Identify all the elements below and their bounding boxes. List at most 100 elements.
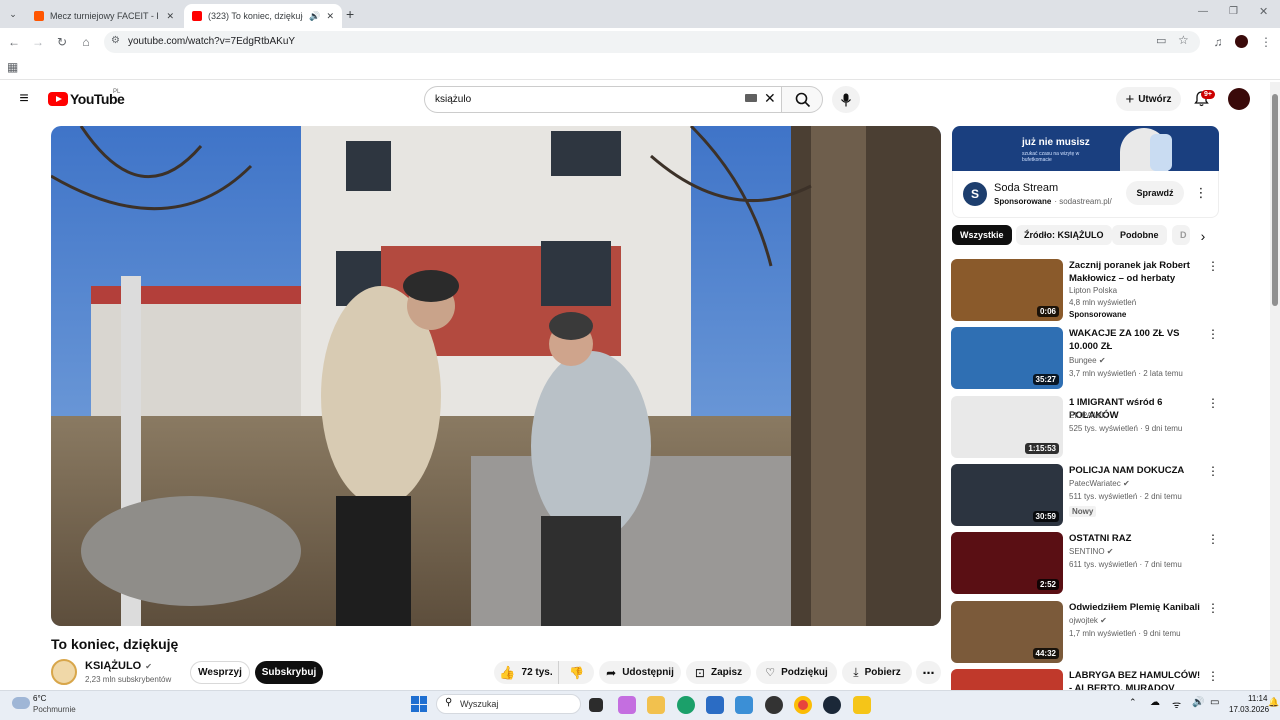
forward-icon[interactable]: → [30, 34, 46, 50]
weather-cloud-icon[interactable] [12, 697, 30, 709]
channel-name-text[interactable]: ojwojtek [1069, 616, 1098, 625]
video-thumbnail[interactable]: 0:06 [951, 259, 1063, 321]
recommendation-channel[interactable]: PatecWariatec ✔ [1069, 479, 1130, 488]
recommendation-item[interactable]: 1:15:53 1 IMIGRANT wśród 6 POLAKÓW EKIPA… [951, 396, 1231, 458]
search-query[interactable]: książulo [435, 94, 471, 105]
cast-icon[interactable]: ▭ [1156, 34, 1166, 47]
keyboard-icon[interactable] [745, 94, 757, 102]
hamburger-menu-icon[interactable]: ≡ [15, 90, 33, 108]
support-button[interactable]: Wesprzyj [190, 661, 250, 684]
channel-name-text[interactable]: KSIĄŻULO [85, 660, 141, 672]
video-player[interactable] [51, 126, 941, 626]
system-tray-chevron-icon[interactable]: ⌃ [1129, 697, 1137, 708]
search-button[interactable] [781, 86, 823, 113]
app-icon[interactable] [853, 696, 871, 714]
video-thumbnail[interactable]: 44:32 [951, 601, 1063, 663]
site-info-icon[interactable]: ⚙ [111, 35, 120, 46]
more-actions-button[interactable]: ⋯ [916, 661, 941, 684]
copilot-icon[interactable] [618, 696, 636, 714]
taskbar-search-placeholder[interactable]: Wyszukaj [460, 699, 498, 709]
network-app-icon[interactable] [735, 696, 753, 714]
address-bar[interactable]: ⚙ youtube.com/watch?v=7EdgRtbAKuY ▭ ☆ [104, 31, 1200, 53]
close-icon[interactable]: ✕ [166, 11, 174, 22]
more-vertical-icon[interactable]: ⋮ [1207, 532, 1219, 546]
recommendation-item[interactable]: 0:06 Zacznij poranek jak Robert Makłowic… [951, 259, 1231, 321]
share-button[interactable]: ➦ Udostępnij [599, 661, 681, 684]
media-control-icon[interactable]: ♫ [1210, 34, 1226, 50]
more-vertical-icon[interactable]: ⋮ [1207, 259, 1219, 273]
close-icon[interactable]: ✕ [326, 11, 334, 22]
video-thumbnail[interactable]: 30:59 [951, 464, 1063, 526]
sodastream-logo-icon[interactable]: S [963, 182, 987, 206]
recommendation-item[interactable]: LABRYGA BEZ HAMULCÓW! - ALBERTO, MURADOV… [951, 669, 1231, 690]
page-scrollbar[interactable] [1270, 82, 1280, 690]
minimize-icon[interactable]: — [1198, 6, 1208, 17]
ad-advertiser-name[interactable]: Soda Stream [994, 182, 1058, 194]
bookmark-star-icon[interactable]: ☆ [1178, 33, 1189, 47]
recommendation-channel[interactable]: SENTINO ✔ [1069, 547, 1114, 556]
back-icon[interactable]: ← [6, 34, 22, 50]
like-button[interactable]: 👍 72 tys. [494, 661, 558, 684]
restore-icon[interactable]: ❐ [1229, 6, 1238, 17]
ad-more-icon[interactable]: ⋮ [1194, 184, 1208, 202]
chip-more[interactable]: D [1172, 225, 1190, 245]
menu-kebab-icon[interactable]: ⋮ [1258, 34, 1274, 50]
recommendation-channel[interactable]: Bungee ✔ [1069, 356, 1106, 365]
url-text[interactable]: youtube.com/watch?v=7EdgRtbAKuY [128, 36, 295, 47]
recommendation-item[interactable]: 44:32 Odwiedziłem Plemię Kanibali ojwojt… [951, 601, 1231, 663]
windows-start-icon[interactable] [411, 696, 427, 712]
recommendation-channel[interactable]: ojwojtek ✔ [1069, 616, 1107, 625]
window-close-icon[interactable]: ✕ [1259, 5, 1268, 18]
speaker-icon[interactable]: 🔊 [309, 11, 320, 22]
video-thumbnail[interactable]: 2:52 [951, 532, 1063, 594]
recommendation-title[interactable]: Zacznij poranek jak Robert Makłowicz – o… [1069, 259, 1201, 285]
video-thumbnail[interactable]: 1:15:53 [951, 396, 1063, 458]
recommendation-channel[interactable]: EKIPA WK [1069, 411, 1107, 420]
chrome-icon[interactable] [794, 696, 812, 714]
search-input[interactable]: książulo ✕ [424, 86, 782, 113]
notification-bell-icon[interactable]: 🔔 [1268, 697, 1279, 708]
weather-temperature[interactable]: 6°C [33, 694, 46, 703]
store-icon[interactable] [706, 696, 724, 714]
tab-faceit[interactable]: Mecz turniejowy FACEIT - FACEIT ✕ [26, 4, 182, 28]
more-vertical-icon[interactable]: ⋮ [1207, 327, 1219, 341]
chip-related[interactable]: Podobne [1112, 225, 1167, 245]
subscribe-button[interactable]: Subskrybuj [255, 661, 323, 684]
tab-youtube[interactable]: (323) To koniec, dziękuję - YouTube 🔊 ✕ [184, 4, 342, 28]
more-vertical-icon[interactable]: ⋮ [1207, 396, 1219, 410]
create-button[interactable]: + Utwórz [1116, 87, 1181, 111]
recommendation-title[interactable]: WAKACJE ZA 100 ZŁ VS 10.000 ZŁ [1069, 327, 1201, 353]
channel-name-text[interactable]: SENTINO [1069, 547, 1105, 556]
account-avatar[interactable] [1228, 88, 1250, 110]
clock-date[interactable]: 17.03.2026 [1229, 705, 1269, 714]
steam-icon[interactable] [823, 696, 841, 714]
recommendation-title[interactable]: LABRYGA BEZ HAMULCÓW! - ALBERTO, MURADOV [1069, 669, 1201, 690]
video-thumbnail[interactable] [951, 669, 1063, 690]
more-vertical-icon[interactable]: ⋮ [1207, 464, 1219, 478]
edge-icon[interactable] [677, 696, 695, 714]
apps-grid-icon[interactable]: ▦ [7, 60, 18, 74]
onedrive-icon[interactable]: ☁ [1150, 697, 1160, 708]
volume-icon[interactable]: 🔊 [1192, 697, 1204, 708]
reload-icon[interactable]: ↻ [54, 34, 70, 50]
voice-search-button[interactable] [832, 86, 860, 113]
ad-cta-button[interactable]: Sprawdź [1126, 181, 1184, 205]
more-vertical-icon[interactable]: ⋮ [1207, 669, 1219, 683]
tab-search-icon[interactable]: ⌄ [6, 7, 20, 21]
clock-time[interactable]: 11:14 [1248, 694, 1267, 703]
new-tab-button[interactable]: + [346, 6, 354, 22]
dislike-button[interactable]: 👎 [558, 661, 594, 684]
chip-from-channel[interactable]: Źródło: KSIĄŻULO [1016, 225, 1112, 245]
channel-avatar[interactable] [51, 659, 77, 685]
recommendation-channel[interactable]: Lipton Polska [1069, 286, 1117, 295]
profile-avatar[interactable] [1235, 35, 1248, 48]
more-vertical-icon[interactable]: ⋮ [1207, 601, 1219, 615]
channel-name[interactable]: KSIĄŻULO ✔ [85, 660, 152, 672]
chevron-right-icon[interactable]: › [1196, 228, 1210, 244]
thanks-button[interactable]: ♡ Podziękuj [756, 661, 837, 684]
recommendation-title[interactable]: POLICJA NAM DOKUCZA [1069, 464, 1201, 477]
recommendation-title[interactable]: Odwiedziłem Plemię Kanibali [1069, 601, 1207, 614]
save-button[interactable]: ⊡ Zapisz [686, 661, 751, 684]
ad-banner-image[interactable]: już nie musisz szukać czasu na wizytę w … [952, 126, 1219, 171]
recommendation-item[interactable]: 2:52 OSTATNI RAZ SENTINO ✔ 611 tys. wyśw… [951, 532, 1231, 594]
